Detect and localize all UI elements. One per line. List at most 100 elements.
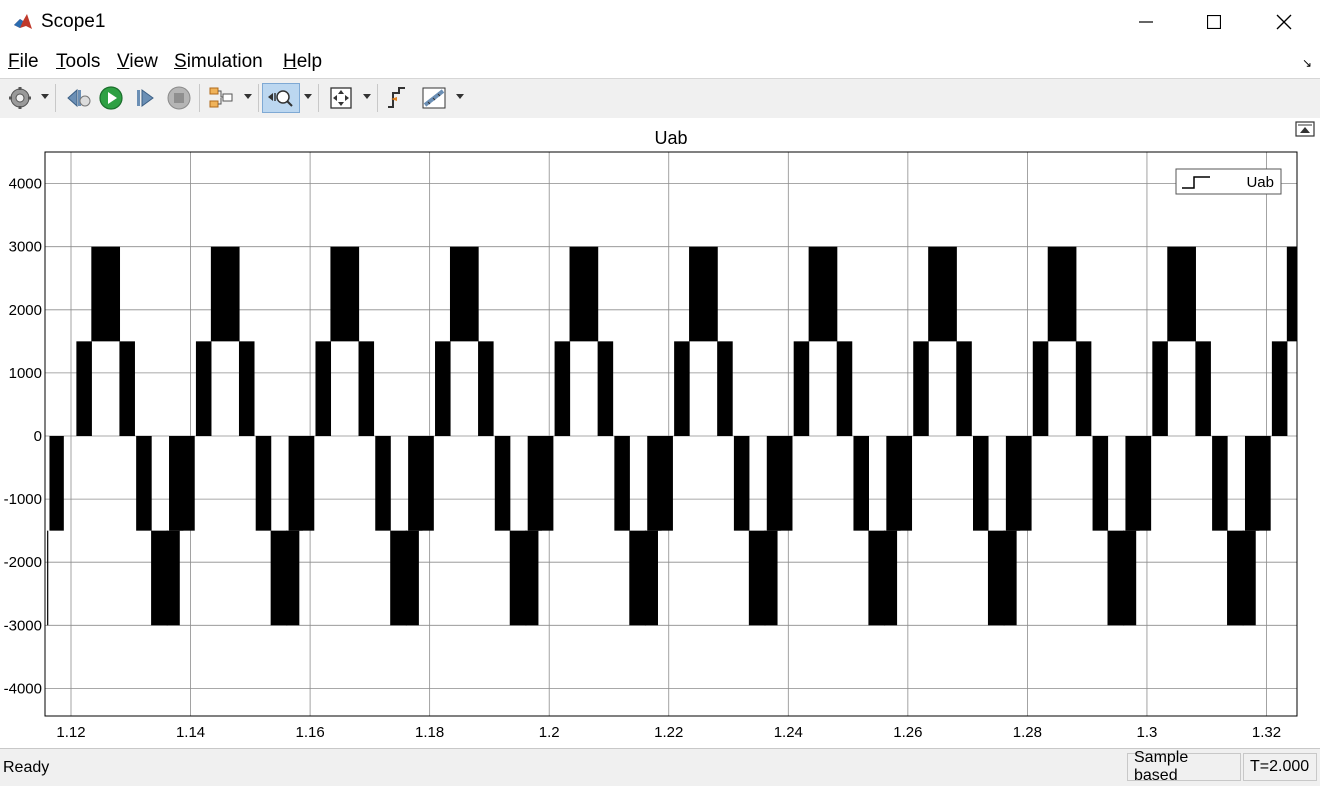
run-icon bbox=[99, 86, 123, 110]
stop-button[interactable] bbox=[165, 83, 193, 113]
y-tick-label: 3000 bbox=[9, 239, 42, 256]
menu-tools[interactable]: Tools bbox=[56, 51, 100, 73]
x-tick-label: 1.26 bbox=[893, 724, 922, 741]
maximize-icon bbox=[1207, 15, 1221, 29]
toolbar-separator bbox=[318, 84, 319, 112]
pwm-band bbox=[569, 246, 599, 342]
pwm-band bbox=[793, 341, 810, 436]
simulation-time-label: T=2.000 bbox=[1250, 758, 1310, 775]
y-tick-labels: 4000 3000 2000 1000 0 -1000 -2000 -3000 -4000 bbox=[4, 176, 42, 698]
pwm-band bbox=[375, 436, 391, 531]
fit-axes-button[interactable] bbox=[326, 83, 356, 113]
y-tick-label: -1000 bbox=[4, 491, 42, 508]
measure-dropdown-icon[interactable] bbox=[456, 94, 464, 99]
pwm-band bbox=[764, 530, 766, 626]
step-forward-button[interactable] bbox=[131, 83, 159, 113]
close-icon bbox=[1276, 14, 1292, 30]
pwm-band bbox=[1107, 530, 1137, 626]
pwm-band bbox=[1092, 436, 1109, 531]
pwm-band bbox=[973, 436, 989, 531]
legend-label: Uab bbox=[1246, 174, 1274, 191]
signal-select-dropdown-icon[interactable] bbox=[244, 94, 252, 99]
fit-axes-icon bbox=[330, 87, 352, 109]
pwm-band bbox=[136, 436, 152, 531]
close-button[interactable] bbox=[1250, 0, 1318, 44]
chart-title: Uab bbox=[654, 128, 687, 148]
pwm-band bbox=[91, 246, 121, 342]
pwm-band bbox=[330, 246, 360, 342]
menu-view[interactable]: View bbox=[117, 51, 158, 73]
pwm-band bbox=[1005, 436, 1021, 531]
menu-simulation-mnemonic: S bbox=[174, 51, 187, 72]
pwm-band bbox=[928, 246, 957, 342]
menu-help[interactable]: Help bbox=[283, 51, 322, 73]
pwm-band bbox=[836, 341, 853, 436]
x-tick-labels: 1.12 1.14 1.16 1.18 1.2 1.22 1.24 1.26 1.28 1.3 1.… bbox=[56, 724, 1281, 741]
window-title: Scope1 bbox=[41, 11, 106, 32]
measure-icon bbox=[422, 87, 446, 109]
pwm-band bbox=[478, 341, 494, 436]
pwm-band bbox=[47, 530, 49, 626]
y-tick-label: 1000 bbox=[9, 365, 42, 382]
pwm-band bbox=[405, 530, 407, 626]
maximize-button[interactable] bbox=[1180, 0, 1248, 44]
x-tick-label: 1.32 bbox=[1252, 724, 1281, 741]
pwm-band bbox=[1047, 246, 1077, 342]
y-tick-label: 4000 bbox=[9, 176, 42, 193]
pwm-band bbox=[1227, 530, 1256, 626]
x-tick-label: 1.28 bbox=[1013, 724, 1042, 741]
zoom-button[interactable] bbox=[262, 83, 300, 113]
pwm-band bbox=[494, 436, 511, 531]
pwm-band bbox=[956, 341, 972, 436]
settings-button[interactable] bbox=[6, 83, 34, 113]
pwm-band bbox=[1075, 341, 1092, 436]
x-tick-label: 1.3 bbox=[1137, 724, 1158, 741]
pwm-band bbox=[808, 246, 838, 342]
pwm-band bbox=[1032, 341, 1049, 436]
menu-simulation[interactable]: Simulation bbox=[174, 51, 263, 73]
measure-button[interactable] bbox=[419, 83, 449, 113]
signal-select-button[interactable] bbox=[206, 83, 236, 113]
toolbar-separator bbox=[199, 84, 200, 112]
step-back-button[interactable] bbox=[64, 83, 92, 113]
pwm-band bbox=[913, 341, 929, 436]
menu-file[interactable]: File bbox=[8, 51, 39, 73]
pwm-band bbox=[1271, 341, 1288, 436]
settings-dropdown-icon[interactable] bbox=[41, 94, 49, 99]
x-tick-label: 1.2 bbox=[539, 724, 560, 741]
pwm-band bbox=[49, 436, 64, 531]
fit-axes-dropdown-icon[interactable] bbox=[363, 94, 371, 99]
pwm-band bbox=[195, 341, 212, 436]
pwm-band bbox=[408, 436, 423, 531]
pwm-band bbox=[1242, 530, 1244, 626]
run-button[interactable] bbox=[97, 83, 125, 113]
toolbar bbox=[0, 78, 1320, 119]
undock-axes-icon[interactable] bbox=[1295, 121, 1315, 137]
pwm-band bbox=[689, 246, 718, 342]
pwm-band bbox=[1152, 341, 1168, 436]
chart-svg[interactable]: Uab 1.12 1.14 1.16 1.18 1.2 1.22 1.24 1.26 1.28 1… bbox=[0, 118, 1320, 748]
minimize-button[interactable] bbox=[1112, 0, 1180, 44]
pwm-band bbox=[270, 530, 300, 626]
x-tick-label: 1.16 bbox=[295, 724, 324, 741]
step-forward-icon bbox=[137, 89, 154, 107]
title-bar: Scope1 bbox=[0, 0, 1320, 44]
trigger-icon bbox=[388, 87, 405, 108]
menu-help-label: elp bbox=[296, 51, 323, 72]
pwm-band bbox=[1212, 436, 1228, 531]
pwm-band bbox=[614, 436, 630, 531]
pwm-band bbox=[987, 530, 1017, 626]
trigger-button[interactable] bbox=[383, 83, 411, 113]
signal-select-icon bbox=[209, 87, 233, 108]
menu-view-label: iew bbox=[129, 51, 158, 72]
menu-file-mnemonic: F bbox=[8, 51, 20, 72]
legend[interactable]: Uab bbox=[1175, 168, 1282, 195]
simulation-time-indicator: T=2.000 bbox=[1243, 753, 1317, 781]
pwm-band bbox=[119, 341, 135, 436]
undock-arrow-icon[interactable]: ↘ bbox=[1302, 56, 1312, 70]
sample-mode-label: Sample based bbox=[1134, 749, 1189, 784]
pwm-band bbox=[1003, 530, 1005, 626]
pwm-band bbox=[597, 341, 614, 436]
zoom-dropdown-icon[interactable] bbox=[304, 94, 312, 99]
pwm-band bbox=[151, 530, 180, 626]
